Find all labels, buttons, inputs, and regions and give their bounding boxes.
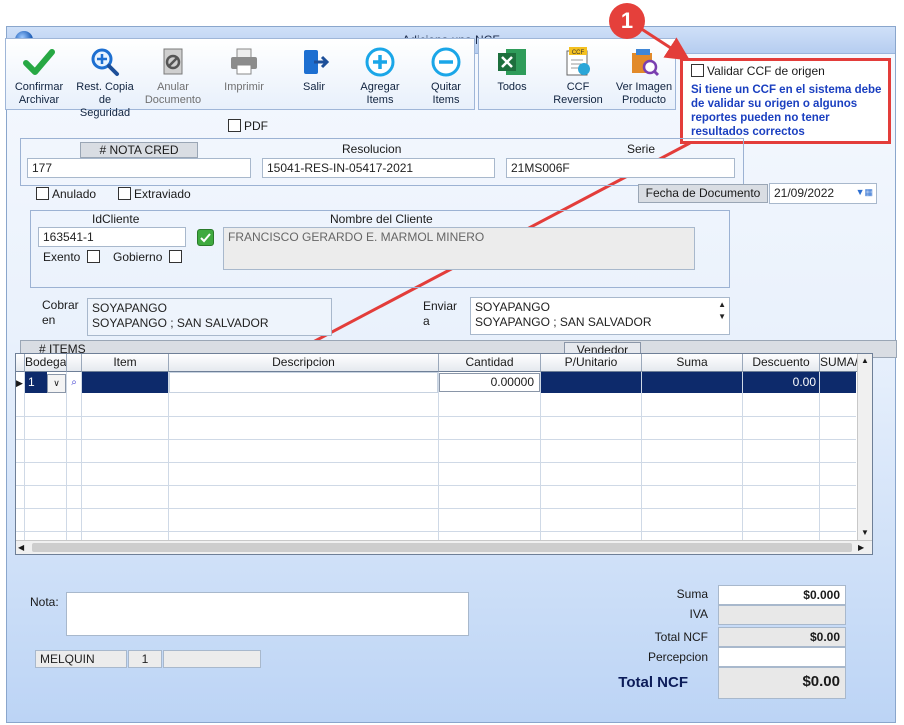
items-grid: Bodega Item Descripcion Cantidad P/Unita… <box>15 353 873 555</box>
resolucion-field[interactable]: 15041-RES-IN-05417-2021 <box>262 158 495 178</box>
percepcion-label: Percepcion <box>647 650 708 664</box>
cobrar-line1: SOYAPANGO <box>92 301 167 315</box>
col-divider <box>540 372 541 540</box>
scroll-right-icon[interactable]: ▶ <box>858 541 870 554</box>
anulado-checkbox-box[interactable] <box>36 187 49 200</box>
badge-arrow <box>639 26 691 61</box>
validate-cliente-icon[interactable] <box>197 229 214 246</box>
vertical-scrollbar[interactable]: ▲ ▼ <box>857 354 872 540</box>
col-divider <box>66 372 67 540</box>
scroll-down-icon[interactable]: ▼ <box>858 526 872 540</box>
gobierno-checkbox-box[interactable] <box>168 250 182 263</box>
bodega-chevron-down-icon[interactable]: ∨ <box>47 374 66 393</box>
anulado-label: Anulado <box>52 187 97 201</box>
enviar-scroll-icon[interactable]: ▲ ▼ <box>718 299 726 323</box>
nota-cred-label: # NOTA CRED <box>80 142 198 158</box>
cobrar-field[interactable]: SOYAPANGO SOYAPANGO ; SAN SALVADOR <box>87 298 332 336</box>
col-suma[interactable]: Suma <box>642 354 743 372</box>
total-big-value: $0.00 <box>718 667 846 699</box>
extraviado-label: Extraviado <box>134 187 191 201</box>
item-search-icon[interactable]: ⌕ <box>67 374 81 391</box>
col-cantidad[interactable]: Cantidad <box>439 354 541 372</box>
exento-checkbox[interactable]: Exento <box>43 250 103 264</box>
cell-suma[interactable] <box>642 372 743 393</box>
nota-field[interactable] <box>66 592 469 636</box>
cell-item[interactable] <box>82 372 169 393</box>
cobrar-label: Cobrar en <box>42 298 79 327</box>
gobierno-checkbox[interactable]: Gobierno <box>113 250 185 264</box>
col-divider <box>819 372 820 540</box>
user-field: MELQUIN <box>35 650 127 668</box>
cell-punitario[interactable] <box>541 372 642 393</box>
enviar-line1: SOYAPANGO <box>475 300 550 314</box>
row-divider <box>16 439 856 440</box>
nota-cred-field[interactable]: 177 <box>27 158 251 178</box>
fecha-value: 21/09/2022 <box>774 186 835 200</box>
fecha-label: Fecha de Documento <box>638 184 768 203</box>
row-divider <box>16 462 856 463</box>
col-divider <box>168 372 169 540</box>
extraviado-checkbox-box[interactable] <box>118 187 131 200</box>
total-ncf-label: Total NCF <box>654 630 708 644</box>
user-num-field: 1 <box>128 650 162 668</box>
total-ncf-value: $0.00 <box>718 627 846 647</box>
row-divider <box>16 416 856 417</box>
scroll-thumb[interactable] <box>32 543 852 552</box>
cobrar-line2: SOYAPANGO ; SAN SALVADOR <box>92 316 269 330</box>
col-divider <box>81 372 82 540</box>
suma-value: $0.000 <box>718 585 846 605</box>
row-divider <box>16 485 856 486</box>
col-bodega[interactable]: Bodega <box>25 354 67 372</box>
fecha-field[interactable]: 21/09/2022 ▼▦ <box>769 183 877 204</box>
scroll-left-icon[interactable]: ◀ <box>18 541 30 554</box>
serie-label: Serie <box>627 142 656 156</box>
nombre-cliente-label: Nombre del Cliente <box>330 212 433 226</box>
resolucion-label: Resolucion <box>342 142 402 156</box>
cell-cantidad[interactable]: 0.00000 <box>439 373 540 392</box>
suma-label: Suma <box>676 587 708 601</box>
total-big-label: Total NCF <box>618 674 688 691</box>
extraviado-checkbox[interactable]: Extraviado <box>118 187 191 201</box>
gobierno-label: Gobierno <box>113 250 163 264</box>
nota-label: Nota: <box>30 595 59 609</box>
col-divider <box>641 372 642 540</box>
col-punitario[interactable]: P/Unitario <box>541 354 642 372</box>
col-divider <box>438 372 439 540</box>
scroll-up-icon[interactable]: ▲ <box>858 354 872 368</box>
anulado-checkbox[interactable]: Anulado <box>36 187 96 201</box>
cell-suma-cd[interactable] <box>820 372 856 393</box>
exento-label: Exento <box>43 250 81 264</box>
iva-value <box>718 605 846 625</box>
enviar-line2: SOYAPANGO ; SAN SALVADOR <box>475 315 652 329</box>
cell-descuento[interactable]: 0.00 <box>743 372 820 393</box>
exento-checkbox-box[interactable] <box>86 250 100 263</box>
row-divider <box>16 531 856 532</box>
enviar-field[interactable]: SOYAPANGO SOYAPANGO ; SAN SALVADOR ▲ ▼ <box>470 297 730 335</box>
col-descripcion[interactable]: Descripcion <box>169 354 439 372</box>
user-extra-field <box>163 650 261 668</box>
col-btn1 <box>67 354 82 372</box>
idcliente-label: IdCliente <box>92 212 140 226</box>
col-divider <box>24 372 25 540</box>
row-divider <box>16 508 856 509</box>
col-item[interactable]: Item <box>82 354 169 372</box>
percepcion-value <box>718 647 846 667</box>
cell-descripcion[interactable] <box>169 372 438 393</box>
enviar-label: Enviar a <box>423 299 458 328</box>
row-header-corner <box>16 354 25 372</box>
horizontal-scrollbar[interactable]: ◀ ▶ <box>16 540 872 554</box>
table-row[interactable]: ▶ 1 ∨ ⌕ 0.00000 0.00 <box>16 372 856 394</box>
serie-field[interactable]: 21MS006F <box>506 158 735 178</box>
row-pointer-icon: ▶ <box>16 378 23 388</box>
idcliente-field[interactable]: 163541-1 <box>38 227 186 247</box>
cell-bodega[interactable]: 1 <box>25 372 47 393</box>
iva-label: IVA <box>689 607 708 621</box>
calendar-dropdown-icon[interactable]: ▼▦ <box>856 187 873 198</box>
col-divider <box>742 372 743 540</box>
nombre-cliente-field[interactable]: FRANCISCO GERARDO E. MARMOL MINERO <box>223 227 695 270</box>
col-descuento[interactable]: Descuento <box>743 354 820 372</box>
